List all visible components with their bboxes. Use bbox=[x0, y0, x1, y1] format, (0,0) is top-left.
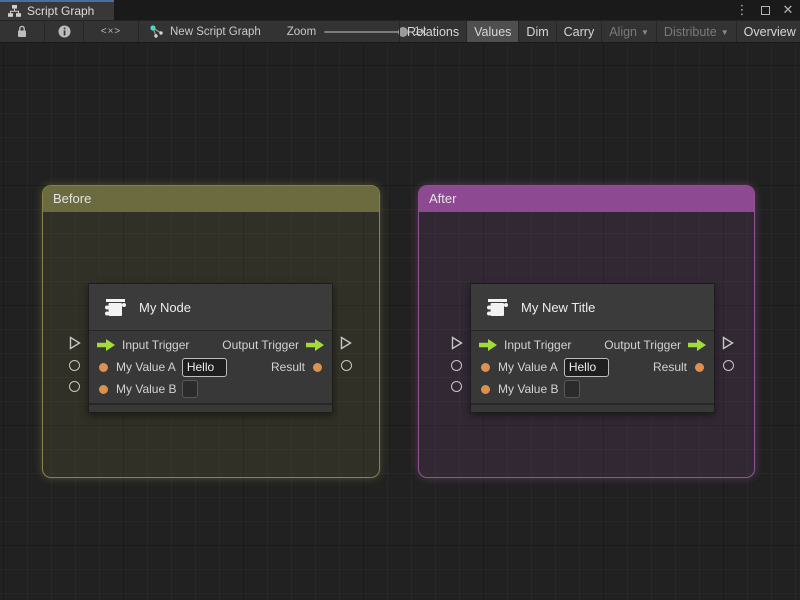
unit-icon bbox=[101, 294, 128, 321]
port-row-value-b: My Value B bbox=[471, 378, 714, 400]
chevron-down-icon: ▼ bbox=[641, 28, 649, 37]
value-b-input[interactable] bbox=[564, 380, 581, 398]
graph-toolbar: <×> New Script Graph Zoom 1x Relations V… bbox=[0, 20, 800, 43]
lock-button[interactable] bbox=[0, 21, 44, 42]
graph-asset-button[interactable]: New Script Graph bbox=[139, 21, 271, 42]
node-my-new-title: My New Title Input Trigger Output Trigge… bbox=[451, 283, 734, 413]
flow-out-icon[interactable] bbox=[688, 339, 706, 351]
node-my-node: My Node Input Trigger Output Trigger My … bbox=[69, 283, 352, 413]
toolbar-toggles: Relations Values Dim Carry Align ▼ Distr… bbox=[399, 21, 800, 42]
value-port-icon[interactable] bbox=[99, 384, 108, 394]
overview-button[interactable]: Overview bbox=[735, 21, 800, 42]
inspect-button[interactable] bbox=[45, 21, 83, 42]
node-header[interactable]: My New Title bbox=[471, 284, 714, 331]
node-title: My Node bbox=[139, 299, 192, 315]
carry-button[interactable]: Carry bbox=[555, 21, 602, 42]
maximize-icon[interactable] bbox=[757, 2, 773, 18]
code-icon: <×> bbox=[100, 26, 122, 37]
value-a-input[interactable] bbox=[563, 357, 609, 377]
input-flow-port-outer[interactable] bbox=[69, 336, 81, 350]
output-flow-port-outer[interactable] bbox=[340, 336, 352, 350]
graph-canvas[interactable]: Before After My Node Input Trigger Outpu… bbox=[0, 43, 800, 600]
info-icon bbox=[58, 25, 71, 38]
dim-button[interactable]: Dim bbox=[518, 21, 555, 42]
values-button[interactable]: Values bbox=[466, 21, 519, 42]
result-port-icon[interactable] bbox=[695, 362, 704, 372]
result-port-icon[interactable] bbox=[313, 362, 322, 372]
value-port-icon[interactable] bbox=[481, 362, 490, 372]
align-dropdown[interactable]: Align ▼ bbox=[601, 21, 656, 42]
node-header[interactable]: My Node bbox=[89, 284, 332, 331]
graph-asset-label: New Script Graph bbox=[170, 25, 261, 38]
flow-in-icon[interactable] bbox=[479, 339, 497, 351]
node-footer bbox=[471, 403, 714, 412]
port-row-value-a: My Value A Result bbox=[89, 356, 332, 378]
value-a-port-outer[interactable] bbox=[451, 360, 462, 371]
script-graph-icon bbox=[8, 5, 21, 17]
tab-script-graph[interactable]: Script Graph bbox=[0, 0, 114, 20]
node-footer bbox=[89, 403, 332, 412]
flow-in-icon[interactable] bbox=[97, 339, 115, 351]
zoom-label: Zoom bbox=[286, 25, 317, 38]
flow-out-icon[interactable] bbox=[306, 339, 324, 351]
result-port-outer[interactable] bbox=[341, 360, 352, 371]
window-controls: ⋮ ✕ bbox=[734, 0, 796, 20]
port-row-value-b: My Value B bbox=[89, 378, 332, 400]
group-label: After bbox=[429, 191, 457, 206]
chevron-down-icon: ▼ bbox=[720, 28, 729, 37]
graph-source-button[interactable]: <×> bbox=[84, 21, 138, 42]
input-flow-port-outer[interactable] bbox=[451, 336, 463, 350]
relations-button[interactable]: Relations bbox=[399, 21, 466, 42]
unit-icon bbox=[483, 294, 510, 321]
group-label: Before bbox=[53, 191, 92, 206]
group-before-header[interactable]: Before bbox=[43, 186, 379, 212]
window-titlebar: Script Graph ⋮ ✕ bbox=[0, 0, 800, 20]
output-flow-port-outer[interactable] bbox=[722, 336, 734, 350]
group-after-header[interactable]: After bbox=[419, 186, 754, 212]
lock-icon bbox=[16, 25, 28, 38]
port-row-triggers: Input Trigger Output Trigger bbox=[471, 334, 714, 356]
distribute-dropdown[interactable]: Distribute ▼ bbox=[655, 21, 736, 42]
zoom-slider[interactable] bbox=[324, 26, 409, 37]
value-b-port-outer[interactable] bbox=[451, 381, 462, 392]
value-b-port-outer[interactable] bbox=[69, 381, 80, 392]
more-menu-icon[interactable]: ⋮ bbox=[734, 2, 750, 18]
port-row-value-a: My Value A Result bbox=[471, 356, 714, 378]
node-title: My New Title bbox=[521, 299, 596, 315]
value-a-port-outer[interactable] bbox=[69, 360, 80, 371]
graph-node-icon bbox=[149, 24, 164, 39]
value-b-input[interactable] bbox=[182, 380, 199, 398]
tab-title: Script Graph bbox=[27, 4, 95, 18]
close-icon[interactable]: ✕ bbox=[780, 2, 796, 18]
value-port-icon[interactable] bbox=[99, 362, 108, 372]
port-row-triggers: Input Trigger Output Trigger bbox=[89, 334, 332, 356]
value-a-input[interactable] bbox=[181, 357, 227, 377]
value-port-icon[interactable] bbox=[481, 384, 490, 394]
result-port-outer[interactable] bbox=[723, 360, 734, 371]
